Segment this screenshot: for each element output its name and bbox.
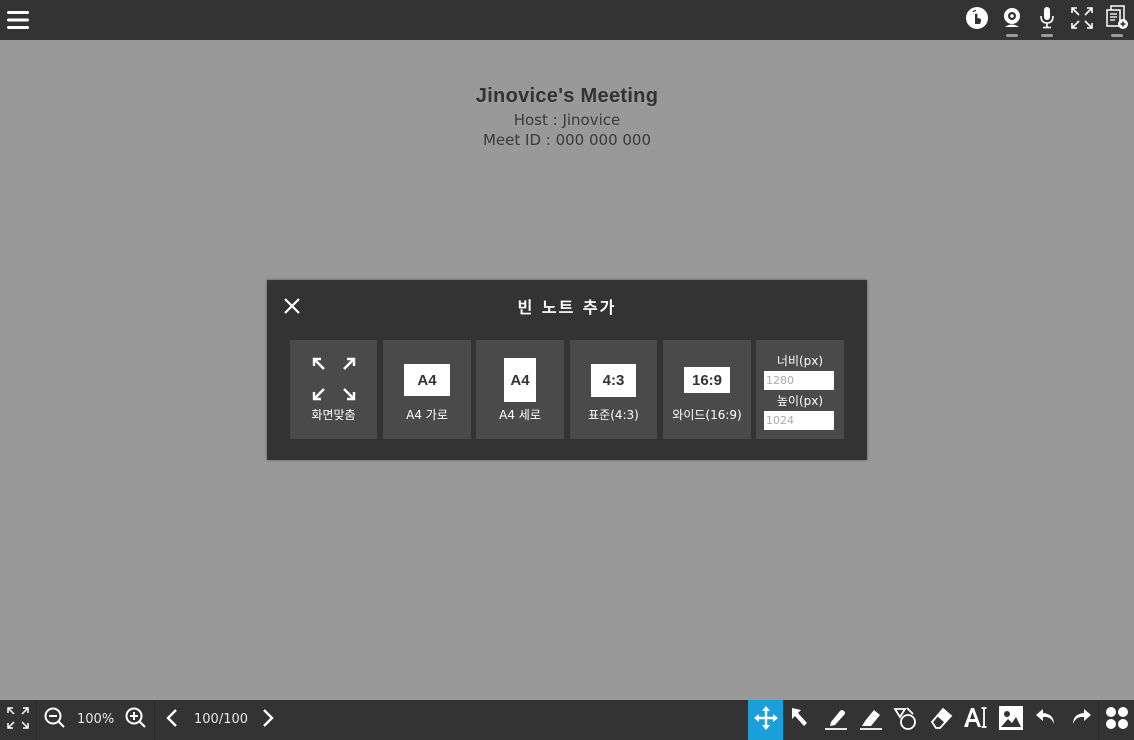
pointer-arrow-icon (788, 705, 814, 735)
a4-portrait-icon: A4 (504, 358, 536, 402)
image-icon (998, 705, 1024, 735)
text-tool[interactable] (958, 700, 993, 740)
prev-page-button[interactable] (160, 700, 184, 740)
height-input[interactable] (764, 411, 834, 430)
fullscreen-icon (1070, 6, 1094, 34)
pointer-tool[interactable] (783, 700, 818, 740)
divider (154, 700, 155, 740)
apps-button[interactable] (1099, 700, 1134, 740)
zoom-in-button[interactable] (122, 700, 150, 740)
microphone-icon (1037, 6, 1057, 34)
microphone-status-indicator (1041, 34, 1053, 37)
a4-landscape-icon: A4 (404, 364, 450, 396)
meeting-info: Jinovice's Meeting Host : Jinovice Meet … (0, 82, 1134, 150)
fit-view-button[interactable] (0, 700, 36, 740)
pen-tool[interactable] (818, 700, 853, 740)
undo-button[interactable] (1028, 700, 1063, 740)
webcam-status-indicator (1006, 34, 1018, 37)
grid-apps-icon (1104, 705, 1130, 735)
move-icon (753, 705, 779, 735)
highlighter-tool[interactable] (853, 700, 888, 740)
divider (36, 700, 37, 740)
microphone-button[interactable] (1029, 0, 1064, 40)
add-blank-note-dialog: 빈 노트 추가 화면맞춤 A4 A4 가로 A4 A4 세로 4:3 표준(4:… (267, 280, 867, 460)
move-tool[interactable] (748, 700, 783, 740)
option-label: A4 가로 (406, 408, 448, 422)
zoom-level: 100% (77, 712, 115, 727)
page-indicator: 100/100 (194, 712, 249, 727)
meeting-title: Jinovice's Meeting (475, 85, 659, 107)
zoom-out-icon (43, 706, 67, 734)
highlighter-icon (858, 705, 884, 735)
text-icon (962, 705, 990, 735)
raise-hand-icon (965, 6, 989, 34)
eraser-icon (928, 705, 954, 735)
option-fit-screen[interactable]: 화면맞춤 (290, 340, 377, 439)
pen-icon (823, 705, 849, 735)
height-label: 높이(px) (776, 394, 824, 408)
option-standard-4-3[interactable]: 4:3 표준(4:3) (570, 340, 657, 439)
shape-tool[interactable] (888, 700, 923, 740)
raise-hand-button[interactable] (959, 0, 994, 40)
bottom-toolbar: 100% 100/100 (0, 700, 1134, 740)
option-a4-portrait[interactable]: A4 A4 세로 (476, 340, 564, 439)
ratio-16-9-icon: 16:9 (684, 367, 730, 393)
width-label: 너비(px) (776, 354, 824, 368)
chevron-left-icon (165, 708, 179, 732)
top-toolbar (0, 0, 1134, 40)
add-document-icon (1105, 5, 1129, 35)
zoom-out-button[interactable] (41, 700, 69, 740)
meeting-id: Meet ID : 000 000 000 (482, 131, 652, 149)
webcam-icon (1001, 6, 1023, 34)
shapes-icon (892, 705, 919, 735)
redo-icon (1068, 705, 1094, 735)
eraser-tool[interactable] (923, 700, 958, 740)
meeting-host: Host : Jinovice (513, 111, 621, 129)
width-input[interactable] (764, 371, 834, 390)
add-note-button[interactable] (1099, 0, 1134, 40)
next-page-button[interactable] (256, 700, 280, 740)
option-a4-landscape[interactable]: A4 A4 가로 (383, 340, 471, 439)
webcam-button[interactable] (994, 0, 1029, 40)
fit-view-icon (6, 706, 30, 734)
chevron-right-icon (261, 708, 275, 732)
option-wide-16-9[interactable]: 16:9 와이드(16:9) (663, 340, 751, 439)
fullscreen-button[interactable] (1064, 0, 1099, 40)
option-label: 와이드(16:9) (672, 408, 742, 422)
fit-screen-icon (311, 356, 357, 406)
option-custom-size: 너비(px) 높이(px) (756, 340, 844, 439)
option-label: 표준(4:3) (588, 408, 639, 422)
dialog-title: 빈 노트 추가 (517, 298, 617, 317)
zoom-in-icon (124, 706, 148, 734)
option-label: A4 세로 (499, 408, 541, 422)
add-note-indicator (1111, 34, 1123, 37)
hamburger-menu-icon[interactable] (6, 9, 30, 31)
image-tool[interactable] (993, 700, 1028, 740)
undo-icon (1033, 705, 1059, 735)
ratio-4-3-icon: 4:3 (591, 364, 636, 397)
option-label: 화면맞춤 (311, 408, 356, 422)
redo-button[interactable] (1063, 700, 1098, 740)
